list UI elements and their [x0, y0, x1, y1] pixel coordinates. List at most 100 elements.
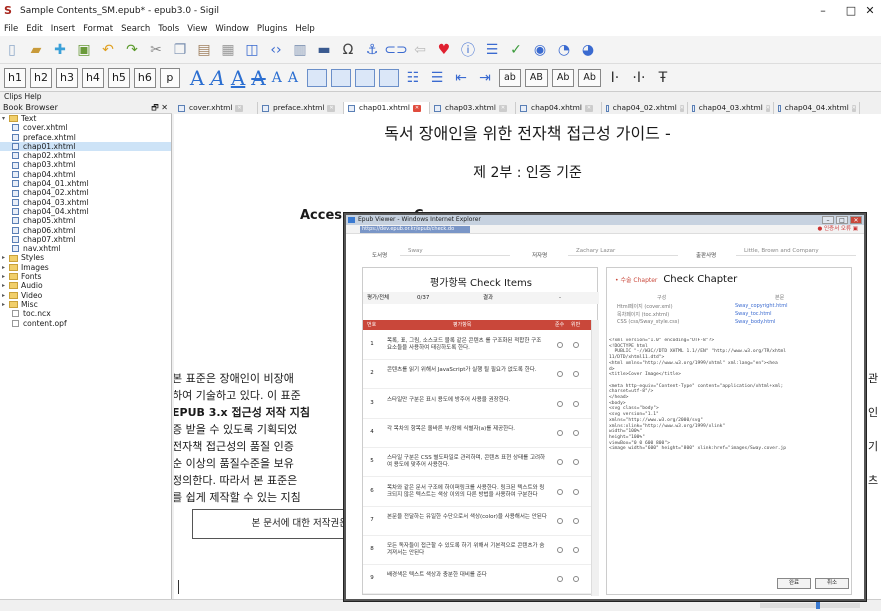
- titlecase-button[interactable]: Ab: [551, 68, 575, 87]
- tree-item[interactable]: chap03.xhtml: [0, 160, 171, 169]
- chevron-right-icon[interactable]: ▸: [2, 272, 9, 281]
- chevron-right-icon[interactable]: ▸: [2, 253, 9, 262]
- editor-tab[interactable]: chap04_04.xhtml ✕: [774, 102, 860, 114]
- tab-close-icon[interactable]: ✕: [765, 104, 770, 112]
- tree-item[interactable]: chap05.xhtml: [0, 216, 171, 225]
- chevron-right-icon[interactable]: ▸: [2, 281, 9, 290]
- lowercase-button[interactable]: ab: [498, 68, 521, 87]
- tree-item[interactable]: ▾ Text: [0, 114, 171, 123]
- menu-format[interactable]: Format: [79, 22, 117, 36]
- popup-minimize-button[interactable]: –: [822, 216, 834, 224]
- tab-close-icon[interactable]: ✕: [498, 104, 507, 112]
- open-folder-icon[interactable]: ▰: [26, 40, 46, 60]
- tab-close-icon[interactable]: ✕: [851, 104, 856, 112]
- editor-tab[interactable]: chap04_03.xhtml ✕: [688, 102, 774, 114]
- align-justify-icon[interactable]: [378, 68, 399, 87]
- fail-radio[interactable]: [573, 459, 579, 466]
- undo-icon[interactable]: ↶: [98, 40, 118, 60]
- plugin-a-icon[interactable]: ◔: [554, 40, 574, 60]
- insert-image-icon[interactable]: ▬: [314, 40, 334, 60]
- zoom-slider[interactable]: [760, 602, 860, 609]
- uppercase-button[interactable]: AB: [524, 68, 548, 87]
- url-field[interactable]: https://dev.epub.or.kr/epub/check.do: [360, 226, 470, 233]
- fail-radio[interactable]: [573, 547, 579, 554]
- menu-search[interactable]: Search: [117, 22, 154, 36]
- menu-window[interactable]: Window: [211, 22, 253, 36]
- tree-item[interactable]: chap06.xhtml: [0, 226, 171, 235]
- chapter-row-a[interactable]: CSS (css/Sway_style.css): [617, 319, 679, 325]
- tree-item[interactable]: ▸ Audio: [0, 281, 171, 290]
- tree-item[interactable]: ▸ Styles: [0, 253, 171, 262]
- tree-item[interactable]: chap04_01.xhtml: [0, 179, 171, 188]
- superscript-button[interactable]: A: [288, 67, 298, 89]
- decrease-indent-icon[interactable]: ⇤: [451, 68, 471, 88]
- pass-radio[interactable]: [557, 400, 563, 407]
- tab-close-icon[interactable]: ✕: [235, 104, 244, 112]
- tree-item[interactable]: toc.ncx: [0, 309, 171, 318]
- split-view-icon[interactable]: ▥: [290, 40, 310, 60]
- tree-item[interactable]: cover.xhtml: [0, 123, 171, 132]
- copy-icon[interactable]: ❐: [170, 40, 190, 60]
- tab-close-icon[interactable]: ✕: [584, 104, 593, 112]
- capitalize-button[interactable]: Ab: [578, 68, 601, 87]
- tab-close-icon[interactable]: ✕: [327, 104, 336, 112]
- code-view-icon[interactable]: ‹›: [266, 40, 286, 60]
- fail-radio[interactable]: [573, 429, 579, 436]
- menu-help[interactable]: Help: [291, 22, 318, 36]
- new-file-icon[interactable]: ▯: [2, 40, 22, 60]
- split-marker-icon[interactable]: ·I·: [629, 68, 649, 88]
- tree-item[interactable]: chap04_02.xhtml: [0, 188, 171, 197]
- fail-radio[interactable]: [573, 400, 579, 407]
- chapter-row-b[interactable]: Sway_body.html: [735, 319, 775, 325]
- menu-insert[interactable]: Insert: [47, 22, 79, 36]
- chapter-row-a[interactable]: 목차페이지 (toc.xhtml): [617, 311, 669, 318]
- pass-radio[interactable]: [557, 488, 563, 495]
- clipboard-icon[interactable]: ▦: [218, 40, 238, 60]
- save-icon[interactable]: ▣: [74, 40, 94, 60]
- minimize-button[interactable]: –: [809, 0, 837, 22]
- bullet-list-icon[interactable]: ☷: [403, 68, 423, 88]
- editor-tab[interactable]: chap03.xhtml ✕: [430, 102, 516, 114]
- chevron-down-icon[interactable]: ▾: [2, 114, 9, 123]
- panel-controls[interactable]: 🗗 ✕: [151, 102, 168, 114]
- tab-close-icon[interactable]: ✕: [679, 104, 684, 112]
- tree-item[interactable]: chap04_04.xhtml: [0, 207, 171, 216]
- menu-file[interactable]: File: [0, 22, 22, 36]
- tree-item[interactable]: chap02.xhtml: [0, 151, 171, 160]
- subscript-button[interactable]: A: [272, 67, 282, 89]
- link-icon[interactable]: ⊂⊃: [384, 40, 407, 60]
- paragraph-button[interactable]: p: [159, 67, 180, 88]
- menu-tools[interactable]: Tools: [154, 22, 183, 36]
- heading-h2-button[interactable]: h2: [29, 67, 52, 88]
- tree-item[interactable]: chap07.xhtml: [0, 235, 171, 244]
- zoom-slider-thumb[interactable]: [816, 602, 820, 609]
- menu-view[interactable]: View: [183, 22, 211, 36]
- chapter-row-b[interactable]: Sway_copyright.html: [735, 303, 787, 309]
- close-button[interactable]: ✕: [859, 0, 881, 22]
- numbered-list-icon[interactable]: ☰: [427, 68, 447, 88]
- heading-h3-button[interactable]: h3: [55, 67, 78, 88]
- editor-tab[interactable]: cover.xhtml ✕: [174, 102, 258, 114]
- insert-marker-icon[interactable]: I·: [605, 68, 625, 88]
- heading-h6-button[interactable]: h6: [133, 67, 156, 88]
- strikethrough-button[interactable]: A: [251, 67, 265, 89]
- heading-h4-button[interactable]: h4: [81, 67, 104, 88]
- tree-item[interactable]: chap01.xhtml: [0, 141, 171, 152]
- check-scrollbar[interactable]: [591, 320, 599, 596]
- book-view-icon[interactable]: ◫: [242, 40, 262, 60]
- validate-icon[interactable]: ◉: [530, 40, 550, 60]
- popup-maximize-button[interactable]: □: [836, 216, 848, 224]
- chevron-right-icon[interactable]: ▸: [2, 291, 9, 300]
- underline-button[interactable]: A: [231, 67, 245, 89]
- pass-radio[interactable]: [557, 342, 563, 348]
- tree-item[interactable]: ▸ Misc: [0, 300, 171, 309]
- bold-button[interactable]: A: [190, 67, 204, 89]
- chapter-row-b[interactable]: Sway_toc.html: [735, 311, 772, 317]
- paste-icon[interactable]: ▤: [194, 40, 214, 60]
- heading-h1-button[interactable]: h1: [4, 67, 26, 88]
- menu-plugins[interactable]: Plugins: [253, 22, 291, 36]
- tree-item[interactable]: preface.xhtml: [0, 133, 171, 142]
- fail-radio[interactable]: [573, 371, 579, 378]
- heart-icon[interactable]: ♥: [434, 40, 454, 60]
- tab-close-icon[interactable]: ✕: [412, 104, 421, 112]
